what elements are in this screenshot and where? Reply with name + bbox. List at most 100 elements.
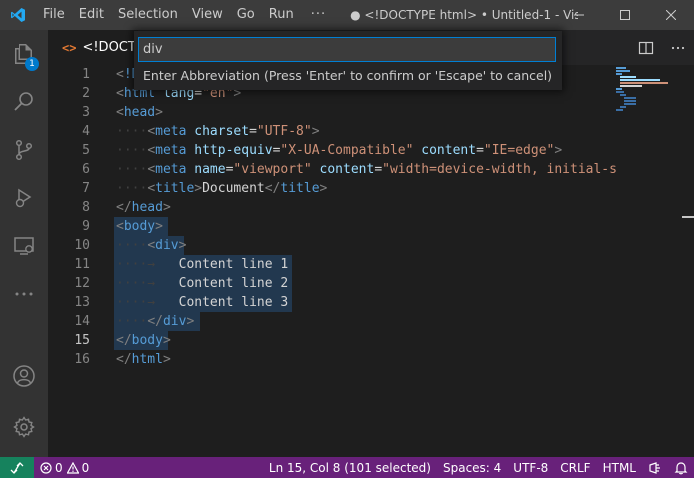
line-number: 5	[82, 143, 90, 158]
close-button[interactable]	[648, 0, 694, 30]
code-line[interactable]: 7 ····<title>Document</title>	[48, 179, 608, 198]
run-debug-icon	[15, 188, 32, 208]
more-actions-icon	[671, 46, 685, 49]
search-button[interactable]	[0, 78, 48, 126]
menu-file[interactable]: File	[36, 0, 72, 30]
maximize-icon	[620, 10, 630, 20]
split-editor-button[interactable]	[630, 30, 662, 65]
menu-more[interactable]: ···	[301, 0, 336, 30]
code-line[interactable]: 6 ····<meta name="viewport" content="widt…	[48, 160, 617, 179]
eol-setting[interactable]: CRLF	[554, 457, 596, 478]
code-line[interactable]: 9 <body>	[48, 217, 608, 236]
run-debug-button[interactable]	[0, 174, 48, 222]
menu-run[interactable]: Run	[262, 0, 301, 30]
scrollbar-cursor-marker	[682, 216, 694, 218]
line-number: 3	[82, 105, 90, 120]
feedback-button[interactable]	[642, 457, 668, 478]
line-number: 12	[74, 276, 90, 291]
code-line[interactable]: 4 ····<meta charset="UTF-8">	[48, 122, 608, 141]
settings-button[interactable]	[0, 403, 48, 451]
line-number: 15	[74, 333, 90, 348]
code-line[interactable]: 10 ····<div>	[48, 236, 608, 255]
line-code: ····<meta name="viewport" content="width…	[116, 162, 617, 177]
more-actions-button[interactable]	[662, 30, 694, 65]
minimize-button[interactable]	[556, 0, 602, 30]
cursor-position[interactable]: Ln 15, Col 8 (101 selected)	[263, 457, 437, 478]
line-code: </body>	[116, 333, 171, 348]
minimize-icon	[574, 14, 584, 16]
code-line[interactable]: 14 ····</div>	[48, 312, 608, 331]
activity-bar: 1	[0, 30, 48, 457]
menu-view[interactable]: View	[185, 0, 230, 30]
editor-scrollbar[interactable]	[682, 65, 694, 457]
code-line[interactable]: 16 </html>	[48, 350, 608, 369]
indentation-setting[interactable]: Spaces: 4	[437, 457, 507, 478]
abbreviation-hint: Enter Abbreviation (Press 'Enter' to con…	[143, 68, 553, 83]
code-line[interactable]: 11 ····→ Content line 1	[48, 255, 608, 274]
html-file-icon: <>	[62, 40, 77, 55]
code-line[interactable]: 5 ····<meta http-equiv="X-UA-Compatible" …	[48, 141, 608, 160]
remote-explorer-icon	[14, 237, 34, 255]
line-code: </head>	[116, 200, 171, 215]
encoding-setting[interactable]: UTF-8	[507, 457, 554, 478]
notifications-button[interactable]	[668, 457, 694, 478]
maximize-button[interactable]	[602, 0, 648, 30]
warning-count: 0	[81, 460, 90, 475]
account-icon	[13, 365, 35, 387]
menu-edit[interactable]: Edit	[72, 0, 111, 30]
minimap[interactable]	[612, 65, 682, 457]
close-icon	[666, 10, 676, 20]
emmet-abbreviation-prompt: Enter Abbreviation (Press 'Enter' to con…	[134, 31, 562, 90]
more-button[interactable]	[0, 270, 48, 318]
explorer-badge: 1	[25, 57, 39, 71]
warning-icon	[66, 461, 79, 474]
abbreviation-input[interactable]	[138, 37, 556, 62]
search-icon	[14, 92, 33, 111]
line-number: 2	[82, 86, 90, 101]
code-line[interactable]: 12 ····→ Content line 2	[48, 274, 608, 293]
code-line[interactable]: 15 </body>	[48, 331, 608, 350]
line-code: <head>	[116, 105, 163, 120]
line-number: 8	[82, 200, 90, 215]
more-icon	[15, 292, 33, 296]
tab-untitled-1[interactable]: <> <!DOCTYPE html>	[48, 30, 138, 65]
line-code: ····<meta http-equiv="X-UA-Compatible" c…	[116, 143, 563, 158]
vscode-logo-icon	[0, 0, 36, 30]
error-icon	[40, 461, 52, 474]
line-number: 14	[74, 314, 90, 329]
split-editor-icon	[638, 41, 654, 54]
bell-icon	[674, 461, 688, 474]
menu-bar: File Edit Selection View Go Run ···	[36, 0, 336, 30]
menu-go[interactable]: Go	[230, 0, 262, 30]
line-number: 10	[74, 238, 90, 253]
line-code: ····→ Content line 1	[116, 257, 289, 272]
line-number: 11	[74, 257, 90, 272]
language-mode[interactable]: HTML	[597, 457, 642, 478]
account-button[interactable]	[0, 352, 48, 400]
code-editor[interactable]: 1<!DOCTYPE html>2<html lang="en">3<head>…	[48, 65, 694, 457]
window-title: ● <!DOCTYPE html> • Untitled-1 - Visual …	[350, 8, 579, 22]
tab-label: <!DOCTYPE html>	[82, 40, 138, 55]
remote-indicator-button[interactable]	[0, 457, 34, 478]
menu-selection[interactable]: Selection	[111, 0, 185, 30]
remote-explorer-button[interactable]	[0, 222, 48, 270]
line-number: 9	[82, 219, 90, 234]
line-code: ····→ Content line 3	[116, 295, 289, 310]
code-line[interactable]: 8 </head>	[48, 198, 608, 217]
title-bar: File Edit Selection View Go Run ··· ● <!…	[0, 0, 694, 30]
feedback-icon	[649, 461, 660, 474]
line-code: <body>	[116, 219, 163, 234]
line-number: 16	[74, 352, 90, 367]
source-control-button[interactable]	[0, 126, 48, 174]
code-line[interactable]: 3 <head>	[48, 103, 608, 122]
line-code: ····<title>Document</title>	[116, 181, 328, 196]
explorer-button[interactable]: 1	[0, 30, 48, 78]
line-number: 13	[74, 295, 90, 310]
line-code: ····→ Content line 2	[116, 276, 289, 291]
line-number: 1	[82, 67, 90, 82]
code-line[interactable]: 13 ····→ Content line 3	[48, 293, 608, 312]
source-control-icon	[15, 139, 33, 161]
status-bar: 0 0 Ln 15, Col 8 (101 selected) Spaces: …	[0, 457, 694, 478]
remote-icon	[10, 461, 24, 474]
problems-indicator[interactable]: 0 0	[34, 457, 95, 478]
